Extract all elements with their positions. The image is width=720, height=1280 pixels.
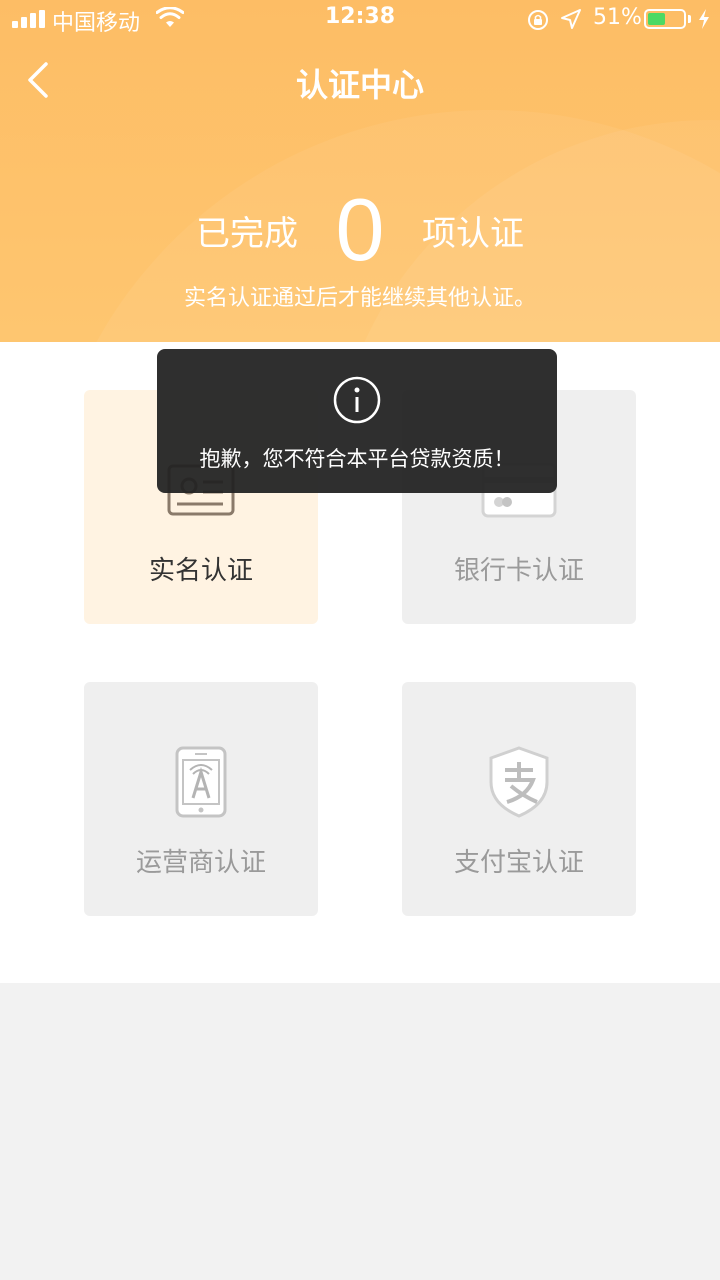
charging-bolt-icon (697, 8, 711, 36)
summary-prefix: 已完成 (196, 214, 298, 254)
battery-fill (648, 13, 665, 25)
info-icon (333, 376, 381, 424)
battery-tip (688, 15, 691, 23)
card-label: 支付宝认证 (453, 848, 584, 878)
rotation-lock-icon (527, 9, 549, 37)
status-bar: 中国移动 12:38 51% (0, 0, 720, 40)
battery-icon (644, 9, 686, 29)
screen: 中国移动 12:38 51% 认证中心 已完成 0 项认证 实名认证通过后才能继… (0, 0, 720, 1280)
battery-percent: 51% (593, 5, 642, 30)
completion-summary: 已完成 0 项认证 (0, 180, 720, 280)
summary-suffix: 项认证 (422, 214, 524, 254)
card-label: 银行卡认证 (453, 556, 584, 586)
card-label: 运营商认证 (135, 848, 266, 878)
location-arrow-icon (560, 8, 582, 36)
card-alipay[interactable]: 支付宝认证 (402, 682, 636, 916)
error-toast: 抱歉，您不符合本平台贷款资质！ (157, 349, 557, 493)
header-banner: 中国移动 12:38 51% 认证中心 已完成 0 项认证 实名认证通过后才能继… (0, 0, 720, 342)
card-label: 实名认证 (148, 556, 253, 586)
completed-count: 0 (335, 180, 385, 279)
card-carrier[interactable]: 运营商认证 (84, 682, 318, 916)
toast-message: 抱歉，您不符合本平台贷款资质！ (199, 447, 515, 471)
alipay-shield-icon (489, 746, 549, 818)
phone-tower-icon (175, 746, 227, 818)
page-title: 认证中心 (295, 66, 424, 104)
verification-notice: 实名认证通过后才能继续其他认证。 (183, 286, 536, 311)
